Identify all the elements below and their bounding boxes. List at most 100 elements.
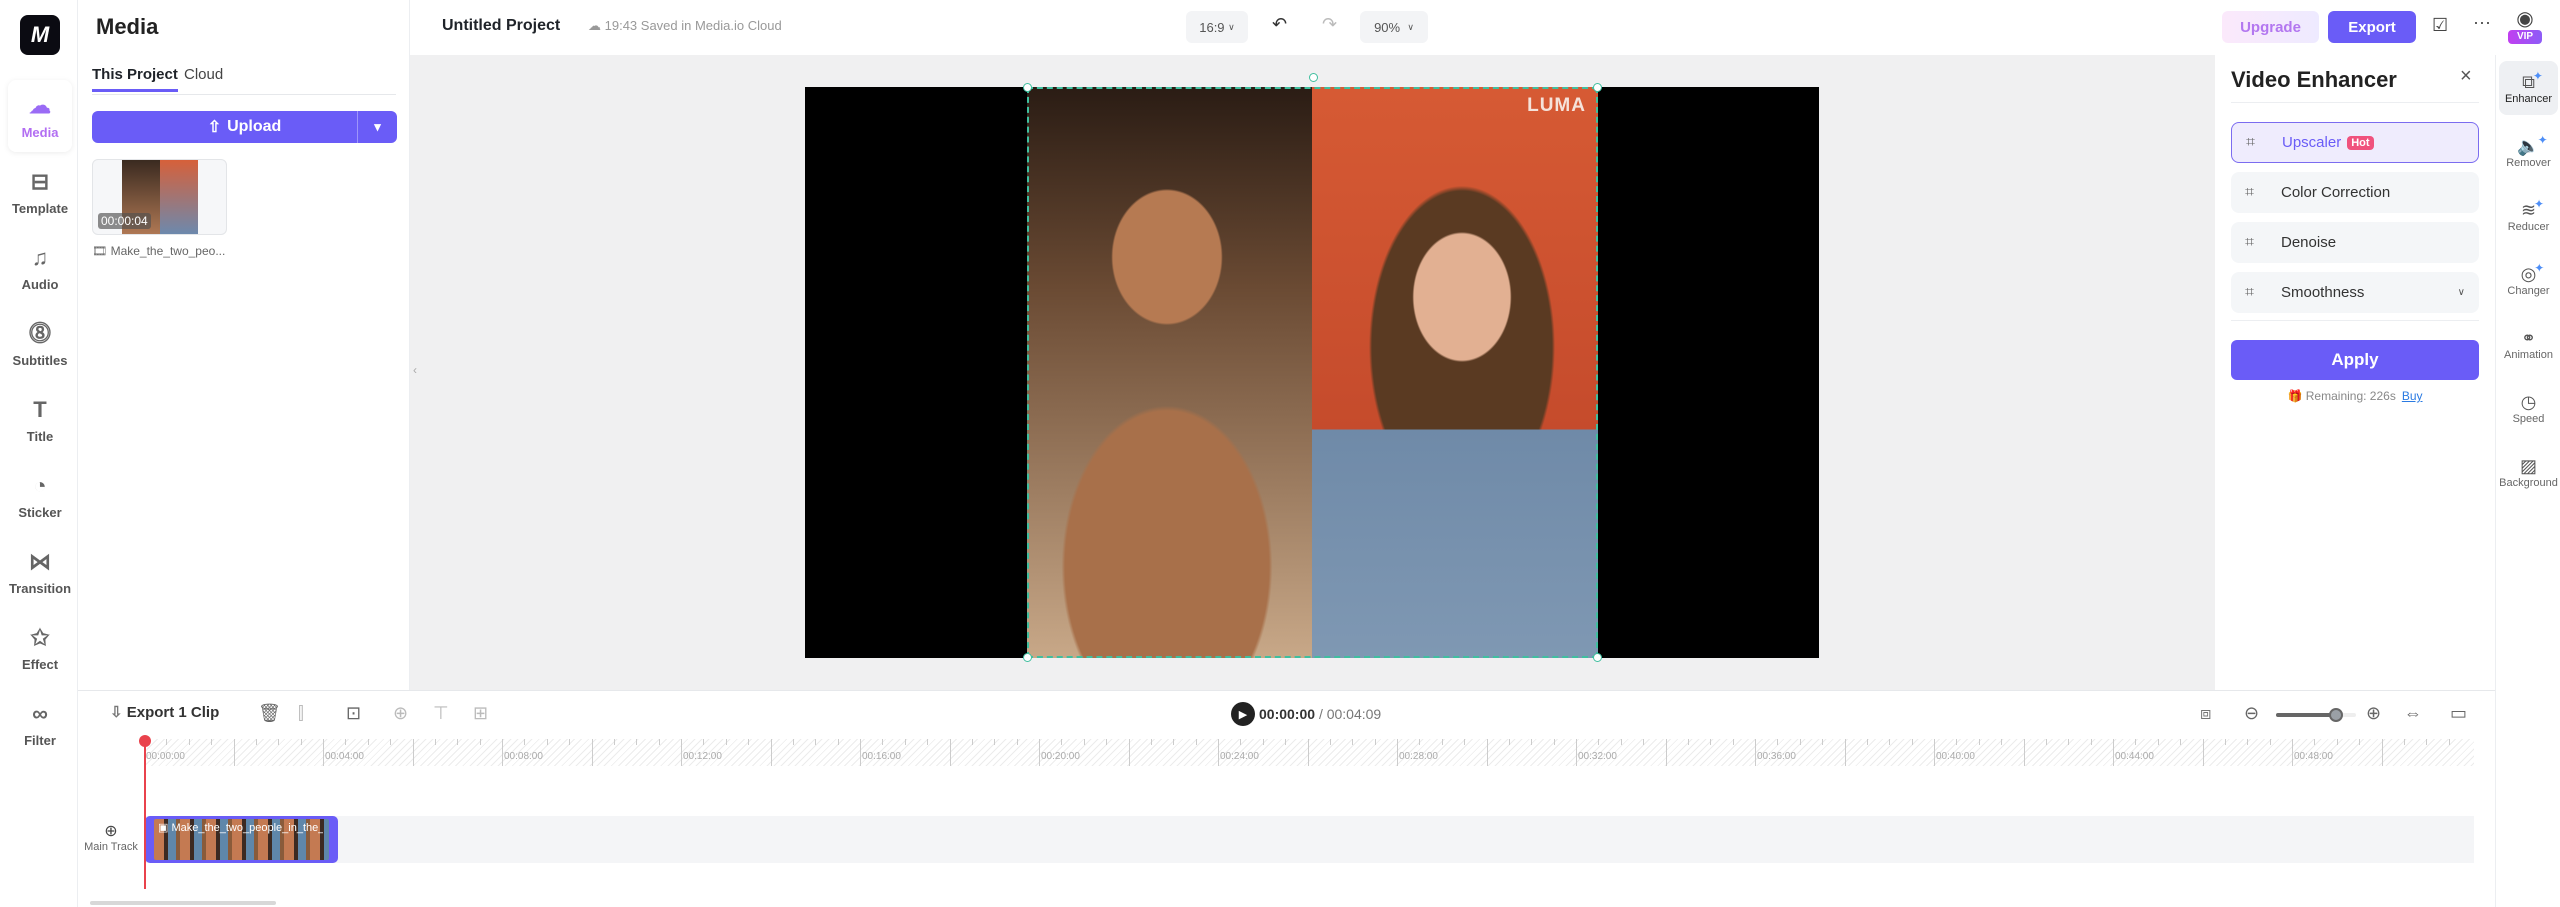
tool-changer[interactable]: ◎ ✦ Changer: [2499, 253, 2558, 307]
ruler-tick: [434, 739, 436, 745]
playback-controls: ▶ 00:00:00 / 00:04:09: [1231, 702, 1381, 726]
timeline-zoom-slider[interactable]: [2276, 708, 2356, 722]
checklist-icon[interactable]: ☑: [2432, 15, 2448, 36]
sidebar-item-transition[interactable]: ⋈ Transition: [8, 536, 72, 608]
ruler-tick: [1419, 739, 1421, 745]
ruler-tick: [1799, 739, 1801, 745]
ruler-label: 00:32:00: [1578, 751, 1617, 762]
option-color-correction[interactable]: ⌗ Color Correction: [2231, 172, 2479, 213]
resize-handle[interactable]: [1023, 83, 1032, 92]
video-clip[interactable]: ▣ Make_the_two_people_in_the_...: [145, 816, 338, 863]
resize-handle[interactable]: [1593, 653, 1602, 662]
option-upscaler[interactable]: ⌗ Upscaler Hot: [2231, 122, 2479, 163]
resize-handle[interactable]: [1593, 83, 1602, 92]
tool-reducer[interactable]: ≋ ✦ Reducer: [2499, 189, 2558, 243]
ruler-label: 00:04:00: [325, 751, 364, 762]
ruler-tick: [1218, 739, 1219, 766]
project-title[interactable]: Untitled Project: [442, 17, 560, 35]
preview-screen-icon[interactable]: ▭: [2450, 703, 2467, 724]
ruler-tick: [323, 739, 324, 766]
panel-title: Video Enhancer: [2231, 67, 2397, 92]
ruler-tick: [546, 739, 548, 745]
zoom-in-icon[interactable]: ⊕: [2366, 703, 2381, 724]
sidebar-item-template[interactable]: ⊟ Template: [8, 156, 72, 228]
sticker-icon: ◔: [33, 472, 47, 498]
sidebar-item-label: Media: [21, 124, 59, 140]
sidebar-item-media[interactable]: ☁ Media: [8, 80, 72, 152]
upload-icon: ⇧: [207, 119, 222, 136]
snap-icon[interactable]: ⧈: [2200, 703, 2211, 724]
sidebar-item-sticker[interactable]: ◔ Sticker: [8, 460, 72, 532]
sidebar-item-subtitles[interactable]: ⓼ Subtitles: [8, 308, 72, 380]
upload-button[interactable]: ⇧ Upload ▾: [92, 111, 397, 143]
close-icon[interactable]: ×: [2460, 65, 2472, 88]
horizontal-scrollbar[interactable]: [90, 901, 276, 905]
delete-icon[interactable]: 🗑: [258, 703, 281, 724]
more-icon[interactable]: ···: [2473, 12, 2491, 33]
ruler-tick: [1620, 739, 1622, 745]
tool-remover[interactable]: 🔈 ✦ Remover: [2499, 125, 2558, 179]
crop-icon[interactable]: ⊡: [346, 703, 361, 724]
playhead[interactable]: [144, 739, 146, 889]
ruler-tick: [1083, 739, 1085, 745]
aspect-ratio-select[interactable]: 16:9 ∨: [1186, 11, 1248, 43]
reducer-icon: ≋ ✦: [2520, 197, 2545, 220]
split-icon[interactable]: ⫿: [298, 703, 304, 724]
tool-enhancer[interactable]: ⧉ ✦ Enhancer: [2499, 61, 2558, 115]
ruler-tick: [345, 739, 347, 745]
tool-animation[interactable]: ⚭ Animation: [2499, 317, 2558, 371]
hot-badge: Hot: [2347, 135, 2374, 150]
sidebar-item-effect[interactable]: ✩ Effect: [8, 612, 72, 684]
save-status: ☁ 19:43 Saved in Media.io Cloud: [588, 18, 782, 33]
ruler-label: 00:36:00: [1757, 751, 1796, 762]
ruler-tick: [748, 739, 750, 745]
apply-button[interactable]: Apply: [2231, 340, 2479, 380]
avatar[interactable]: ◉ VIP: [2508, 8, 2542, 44]
upload-dropdown-chevron-icon[interactable]: ▾: [357, 111, 397, 143]
tab-this-project[interactable]: This Project: [92, 66, 178, 92]
media-item-thumbnail[interactable]: 00:00:04: [92, 159, 227, 235]
video-frame[interactable]: LUMA: [805, 73, 1819, 662]
sidebar-item-filter[interactable]: ∞ Filter: [8, 688, 72, 760]
sidebar-item-audio[interactable]: ♫ Audio: [8, 232, 72, 304]
ruler-tick: [2359, 739, 2361, 745]
option-smoothness[interactable]: ⌗ Smoothness ∨: [2231, 272, 2479, 313]
collapse-panel-handle[interactable]: ‹: [410, 355, 420, 385]
ruler-tick: [2247, 739, 2249, 745]
play-button[interactable]: ▶: [1231, 702, 1255, 726]
tool-background[interactable]: ▨ Background: [2499, 445, 2558, 499]
buy-link[interactable]: Buy: [2402, 389, 2423, 403]
enhancer-icon: ⧉ ✦: [2522, 69, 2543, 92]
text-to-speech-icon[interactable]: ⊤: [433, 703, 449, 724]
main-track[interactable]: [144, 816, 2474, 863]
upgrade-button[interactable]: Upgrade: [2222, 11, 2319, 43]
redo-icon[interactable]: ↷: [1322, 14, 1337, 35]
zoom-out-icon[interactable]: ⊖: [2244, 703, 2259, 724]
option-denoise[interactable]: ⌗ Denoise: [2231, 222, 2479, 263]
color-circles-icon: ⌗: [2245, 183, 2255, 201]
ruler-tick: [1911, 739, 1913, 745]
sidebar-item-title[interactable]: T Title: [8, 384, 72, 456]
ruler-tick: [2090, 739, 2092, 745]
tool-speed[interactable]: ◷ Speed: [2499, 381, 2558, 435]
audio-detach-icon[interactable]: ⊕: [393, 703, 408, 724]
auto-caption-icon[interactable]: ⊞: [473, 703, 488, 724]
resize-handle[interactable]: [1023, 653, 1032, 662]
chevron-down-icon: ∨: [1228, 21, 1235, 32]
chevron-down-icon[interactable]: ∨: [2458, 287, 2465, 298]
undo-icon[interactable]: ↶: [1272, 14, 1287, 35]
ruler-tick: [569, 739, 571, 745]
ruler-tick: [658, 739, 660, 745]
fit-timeline-icon[interactable]: ⇔: [2404, 703, 2422, 724]
rotate-handle[interactable]: [1309, 73, 1318, 82]
playhead-handle[interactable]: [139, 735, 151, 747]
ruler-tick: [2381, 739, 2383, 766]
tab-cloud[interactable]: Cloud: [184, 66, 223, 83]
selection-box[interactable]: [1023, 73, 1602, 662]
ruler-tick: [2045, 739, 2047, 745]
time-ruler[interactable]: 00:00:00 00:04:00 00:08:00 00:12:00 00:16:00…: [144, 739, 2474, 766]
export-clip-button[interactable]: ⇩ Export 1 Clip: [110, 703, 219, 721]
ruler-tick: [1978, 739, 1980, 745]
zoom-select[interactable]: 90% ∨: [1360, 11, 1428, 43]
export-button[interactable]: Export: [2328, 11, 2416, 43]
